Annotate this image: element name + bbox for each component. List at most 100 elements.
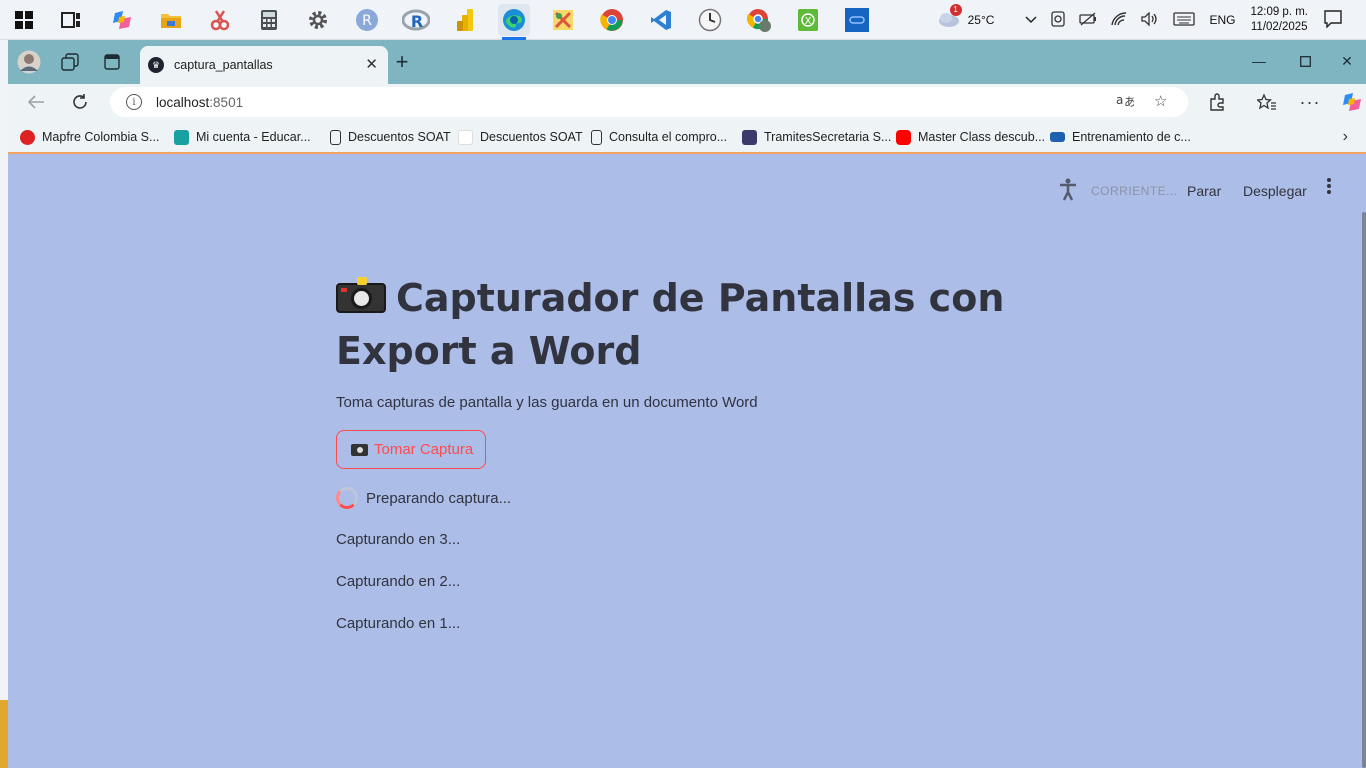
favorite-item[interactable]: Entrenamiento de c... xyxy=(1050,129,1191,145)
favorite-star-icon[interactable]: ☆ xyxy=(1154,92,1167,110)
favorite-label: Consulta el compro... xyxy=(609,130,728,144)
tab-bar: ♛ captura_pantallas ✕ + — ✕ xyxy=(8,40,1366,84)
kebab-menu-icon[interactable] xyxy=(1326,178,1332,197)
deploy-button[interactable]: Desplegar xyxy=(1243,183,1307,199)
favorite-item[interactable]: Mapfre Colombia S... xyxy=(20,129,159,145)
more-options-icon[interactable]: ··· xyxy=(1296,89,1324,115)
maximize-button[interactable] xyxy=(1282,48,1328,74)
chevron-up-icon[interactable] xyxy=(1025,13,1037,27)
page-scrollbar[interactable] xyxy=(1362,212,1366,768)
camera-tray-icon[interactable] xyxy=(1051,10,1066,30)
chevron-right-icon[interactable]: › xyxy=(1343,128,1348,146)
bogota-crest-icon xyxy=(742,129,757,145)
language-indicator[interactable]: ENG xyxy=(1209,13,1235,27)
system-tray: 1 25°C ENG 12:09 p. m. 11/02/2025 xyxy=(930,0,1366,40)
tab-title: captura_pantallas xyxy=(174,58,273,72)
minimize-button[interactable]: — xyxy=(1236,48,1282,74)
loading-status: Preparando captura... xyxy=(336,487,1036,509)
battery-icon[interactable] xyxy=(1079,12,1097,29)
main-content: Capturador de Pantallas con Export a Wor… xyxy=(336,272,1036,632)
tool-icon[interactable] xyxy=(547,4,579,36)
notifications-icon[interactable] xyxy=(1324,9,1342,31)
favorite-label: Descuentos SOAT xyxy=(348,130,451,144)
page-title-text: Capturador de Pantallas con Export a Wor… xyxy=(336,276,1005,373)
power-bi-icon[interactable] xyxy=(449,4,481,36)
camera-flash-icon xyxy=(336,277,386,313)
new-tab-button[interactable]: + xyxy=(388,49,416,74)
copilot-icon[interactable] xyxy=(106,4,138,36)
close-window-button[interactable]: ✕ xyxy=(1328,48,1366,74)
desktop-edge-accent xyxy=(0,700,8,768)
excel-icon[interactable]: X xyxy=(792,4,824,36)
svg-text:a: a xyxy=(1116,93,1123,107)
volume-icon[interactable] xyxy=(1141,10,1159,29)
favorite-label: Descuentos SOAT xyxy=(480,130,583,144)
r-gui-icon[interactable]: R xyxy=(351,4,383,36)
countdown-message: Capturando en 1... xyxy=(336,615,461,632)
close-tab-icon[interactable]: ✕ xyxy=(365,55,378,73)
back-arrow-icon[interactable] xyxy=(22,89,50,115)
favorite-label: TramitesSecretaria S... xyxy=(764,130,892,144)
page-icon xyxy=(330,129,341,145)
blank-favicon xyxy=(458,129,473,145)
spinner-text: Preparando captura... xyxy=(366,489,512,507)
mapfre-icon xyxy=(20,129,35,145)
remote-app-icon[interactable] xyxy=(841,4,873,36)
streamlit-header: CORRIENTE... Parar Desplegar xyxy=(8,156,1366,226)
camera-icon xyxy=(351,443,368,456)
tab-actions-icon[interactable] xyxy=(98,50,126,74)
profile-avatar[interactable] xyxy=(16,49,42,75)
favorite-item[interactable]: Mi cuenta - Educar... xyxy=(174,129,311,145)
clock-date: 11/02/2025 xyxy=(1250,21,1308,33)
copilot-browser-icon[interactable] xyxy=(1338,89,1366,115)
cdc-icon xyxy=(1050,132,1065,142)
file-explorer-icon[interactable] xyxy=(155,4,187,36)
svg-text:あ: あ xyxy=(1124,95,1134,108)
settings-icon[interactable] xyxy=(302,4,334,36)
page-title: Capturador de Pantallas con Export a Wor… xyxy=(336,272,1036,378)
run-status: CORRIENTE... xyxy=(1091,184,1178,198)
site-info-icon[interactable]: i xyxy=(126,94,142,110)
vscode-icon[interactable] xyxy=(645,4,677,36)
favorite-label: Entrenamiento de c... xyxy=(1072,130,1191,144)
refresh-icon[interactable] xyxy=(66,89,94,115)
clock-app-icon[interactable] xyxy=(694,4,726,36)
clock[interactable]: 12:09 p. m. 11/02/2025 xyxy=(1250,5,1308,35)
address-bar-row: i localhost:8501 aあ ☆ ··· xyxy=(8,84,1366,120)
favorite-item[interactable]: Master Class descub... xyxy=(896,129,1045,145)
spinner-icon xyxy=(336,487,358,509)
favorite-label: Mapfre Colombia S... xyxy=(42,130,160,144)
favorite-item[interactable]: Consulta el compro... xyxy=(591,129,727,145)
stop-button[interactable]: Parar xyxy=(1187,183,1221,199)
page-subtitle: Toma capturas de pantalla y las guarda e… xyxy=(336,394,758,411)
edge-icon[interactable] xyxy=(498,4,530,40)
favorite-item[interactable]: Descuentos SOAT xyxy=(330,129,451,145)
favorite-label: Master Class descub... xyxy=(918,130,1046,144)
address-bar[interactable]: i localhost:8501 aあ ☆ xyxy=(110,87,1188,117)
chrome-profile-icon[interactable] xyxy=(743,4,775,36)
workspaces-icon[interactable] xyxy=(56,50,84,74)
take-capture-label: Tomar Captura xyxy=(374,441,474,458)
tab-captura-pantallas[interactable]: ♛ captura_pantallas ✕ xyxy=(140,46,388,84)
countdown-message: Capturando en 2... xyxy=(336,573,461,590)
chrome-icon[interactable] xyxy=(596,4,628,36)
youtube-icon xyxy=(896,129,911,145)
favorite-item[interactable]: Descuentos SOAT xyxy=(458,129,583,145)
svg-text:R: R xyxy=(411,12,423,31)
read-aloud-icon[interactable]: aあ xyxy=(1116,92,1136,111)
wifi-icon[interactable] xyxy=(1111,11,1127,29)
svg-text:X: X xyxy=(805,16,812,27)
task-view-icon[interactable] xyxy=(55,4,87,36)
url-host: localhost xyxy=(156,94,210,110)
start-icon[interactable] xyxy=(8,4,40,36)
favorites-icon[interactable] xyxy=(1253,89,1281,115)
snipping-tool-icon[interactable] xyxy=(204,4,236,36)
favorite-item[interactable]: TramitesSecretaria S... xyxy=(742,129,891,145)
keyboard-icon[interactable] xyxy=(1173,11,1196,29)
take-capture-button[interactable]: Tomar Captura xyxy=(336,430,487,469)
weather-icon[interactable]: 1 xyxy=(937,3,962,31)
rstudio-icon[interactable]: R xyxy=(400,4,432,36)
calculator-icon[interactable] xyxy=(253,4,285,36)
extensions-icon[interactable] xyxy=(1203,89,1231,115)
weather-temp[interactable]: 25°C xyxy=(968,13,995,27)
